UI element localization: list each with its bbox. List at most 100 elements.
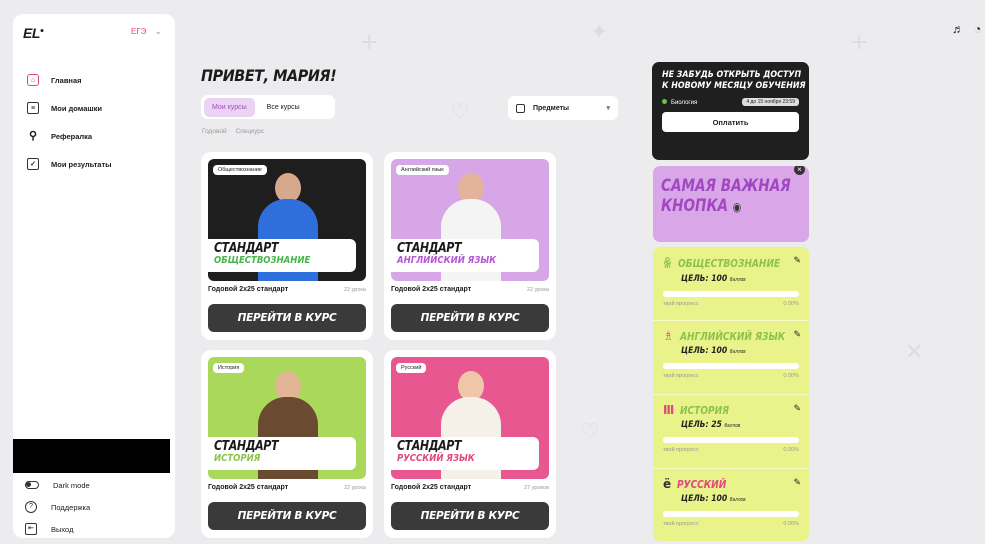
redacted-block (13, 439, 170, 473)
course-card[interactable]: Обществознание СТАНДАРТ ОБЩЕСТВОЗНАНИЕ Г… (201, 152, 373, 340)
results-icon: ✓ (27, 158, 39, 170)
logout-icon: ⇤ (25, 523, 37, 535)
book-icon (516, 103, 525, 113)
music-icon[interactable]: ♬ (952, 22, 964, 36)
goal-progress-bar (663, 511, 799, 517)
course-banner-subject: ИСТОРИЯ (214, 453, 261, 464)
promo-banner[interactable]: × САМАЯ ВАЖНАЯ КНОПКА ◉ (653, 166, 809, 242)
goal-target: ЦЕЛЬ: 100 баллов (681, 494, 746, 504)
chevron-down-icon: ▾ (606, 105, 610, 112)
course-image: Английский язык СТАНДАРТ АНГЛИЙСКИЙ ЯЗЫК (391, 159, 549, 281)
subtab-yearly[interactable]: Годовой (202, 128, 227, 135)
edit-icon[interactable]: ✎ (793, 255, 801, 266)
goal-subject: АНГЛИЙСКИЙ ЯЗЫК (679, 329, 785, 343)
course-image: Русский СТАНДАРТ РУССКИЙ ЯЗЫК (391, 357, 549, 479)
course-name: Годовой 2х25 стандарт (391, 286, 472, 293)
edit-icon[interactable]: ✎ (793, 403, 801, 414)
course-banner: СТАНДАРТ РУССКИЙ ЯЗЫК (391, 437, 539, 470)
progress-value: 0.00% (783, 301, 799, 307)
course-name: Годовой 2х25 стандарт (391, 484, 472, 491)
sidebar-bottom: Dark mode ? Поддержка ⇤ Выход (25, 474, 90, 540)
reminder-title: НЕ ЗАБУДЬ ОТКРЫТЬ ДОСТУП (662, 70, 802, 80)
course-banner: СТАНДАРТ АНГЛИЙСКИЙ ЯЗЫК (391, 239, 539, 272)
reminder-subject: Биология (662, 98, 697, 106)
subtab-special[interactable]: Спецкурс (236, 128, 265, 135)
pay-button[interactable]: Оплатить (662, 112, 799, 132)
goal-progress-bar (663, 291, 799, 297)
russian-icon: ё (663, 477, 672, 491)
goal-subject: РУССКИЙ (677, 477, 727, 491)
bg-doodle: ♡ (450, 100, 470, 125)
edit-icon[interactable]: ✎ (793, 329, 801, 340)
logout-link[interactable]: ⇤ Выход (25, 518, 90, 540)
course-tabs: Мои курсы Все курсы (201, 95, 335, 119)
payment-reminder: НЕ ЗАБУДЬ ОТКРЫТЬ ДОСТУП К НОВОМУ МЕСЯЦУ… (652, 62, 809, 160)
sidebar-item-homework[interactable]: ≡ Мои домашки (27, 94, 172, 122)
subject-dot-icon (662, 98, 667, 104)
course-card[interactable]: Русский СТАНДАРТ РУССКИЙ ЯЗЫК Годовой 2х… (384, 350, 556, 538)
course-banner: СТАНДАРТ ОБЩЕСТВОЗНАНИЕ (208, 239, 356, 272)
course-banner-subject: ОБЩЕСТВОЗНАНИЕ (214, 255, 311, 266)
reminder-title: К НОВОМУ МЕСЯЦУ ОБУЧЕНИЯ (662, 81, 806, 91)
chevron-down-icon: ⌄ (154, 26, 162, 36)
course-image: Обществознание СТАНДАРТ ОБЩЕСТВОЗНАНИЕ (208, 159, 366, 281)
course-banner-title: СТАНДАРТ (397, 241, 462, 256)
support-label: Поддержка (51, 502, 91, 512)
bell-icon[interactable]: ◔ (974, 22, 981, 36)
exam-selector[interactable]: ЕГЭ ⌄ (131, 26, 162, 37)
sidebar-item-results[interactable]: ✓ Мои результаты (27, 150, 172, 178)
course-card[interactable]: Английский язык СТАНДАРТ АНГЛИЙСКИЙ ЯЗЫК… (384, 152, 556, 340)
home-icon: ⌂ (27, 74, 39, 86)
go-to-course-button[interactable]: ПЕРЕЙТИ В КУРС (391, 304, 549, 332)
goals-panel: ꆜ ОБЩЕСТВОЗНАНИЕ ✎ ЦЕЛЬ: 100 баллов твой … (653, 247, 809, 541)
support-link[interactable]: ? Поддержка (25, 496, 90, 518)
toggle-icon (25, 481, 39, 489)
course-subtabs: Годовой Спецкурс (202, 128, 264, 135)
edit-icon[interactable]: ✎ (793, 477, 801, 488)
progress-value: 0.00% (783, 373, 799, 379)
goal-subject: ИСТОРИЯ (680, 403, 730, 417)
exam-selector-label: ЕГЭ (131, 27, 147, 36)
go-to-course-button[interactable]: ПЕРЕЙТИ В КУРС (208, 502, 366, 530)
tab-my-courses[interactable]: Мои курсы (204, 97, 255, 117)
goal-progress-bar (663, 437, 799, 443)
tab-all-courses[interactable]: Все курсы (259, 98, 308, 117)
help-icon: ? (25, 501, 37, 513)
goal-item: ♗ АНГЛИЙСКИЙ ЯЗЫК ✎ ЦЕЛЬ: 100 баллов твой… (653, 321, 809, 395)
course-name: Годовой 2х25 стандарт (208, 484, 289, 491)
course-tag: Русский (396, 363, 427, 373)
sidebar-item-label: Мои домашки (51, 103, 103, 113)
promo-line2: КНОПКА ◉ (661, 196, 742, 216)
logo[interactable]: EL● (23, 25, 44, 41)
top-icons: ♬ ◔ (952, 22, 981, 36)
sidebar-item-home[interactable]: ⌂ Главная (27, 66, 172, 94)
page-title: ПРИВЕТ, МАРИЯ! (201, 66, 337, 85)
close-icon[interactable]: × (794, 166, 805, 175)
goal-progress-bar (663, 363, 799, 369)
go-to-course-button[interactable]: ПЕРЕЙТИ В КУРС (208, 304, 366, 332)
society-icon: ꆜ (663, 257, 673, 271)
course-banner-subject: АНГЛИЙСКИЙ ЯЗЫК (397, 255, 497, 266)
homework-icon: ≡ (27, 102, 39, 114)
reminder-deadline: 4 до 15 ноября 23:59 (742, 98, 799, 106)
logout-label: Выход (51, 524, 74, 534)
go-to-course-button[interactable]: ПЕРЕЙТИ В КУРС (391, 502, 549, 530)
course-card[interactable]: История СТАНДАРТ ИСТОРИЯ Годовой 2х25 ст… (201, 350, 373, 538)
english-icon: ♗ (663, 329, 674, 343)
bg-doodle: + (360, 30, 379, 55)
sidebar-item-referral[interactable]: ⚲ Рефералка (27, 122, 172, 150)
progress-label: твой прогресс (663, 301, 699, 307)
goal-item: ё РУССКИЙ ✎ ЦЕЛЬ: 100 баллов твой прогрес… (653, 469, 809, 543)
dark-mode-toggle[interactable]: Dark mode (25, 474, 90, 496)
course-lessons: 22 урока (526, 286, 549, 293)
sidebar: EL● ЕГЭ ⌄ ⌂ Главная ≡ Мои домашки ⚲ Рефе… (13, 14, 175, 538)
course-lessons: 22 урока (343, 484, 366, 491)
dark-mode-label: Dark mode (53, 480, 90, 490)
progress-value: 0.00% (783, 521, 799, 527)
progress-label: твой прогресс (663, 373, 699, 379)
course-banner-subject: РУССКИЙ ЯЗЫК (397, 453, 475, 464)
sidebar-nav: ⌂ Главная ≡ Мои домашки ⚲ Рефералка ✓ Мо… (27, 66, 172, 178)
add-user-icon: ⚲ (28, 129, 38, 142)
bg-doodle: ✕ (905, 340, 924, 365)
subject-select[interactable]: Предметы ▾ (508, 96, 618, 120)
